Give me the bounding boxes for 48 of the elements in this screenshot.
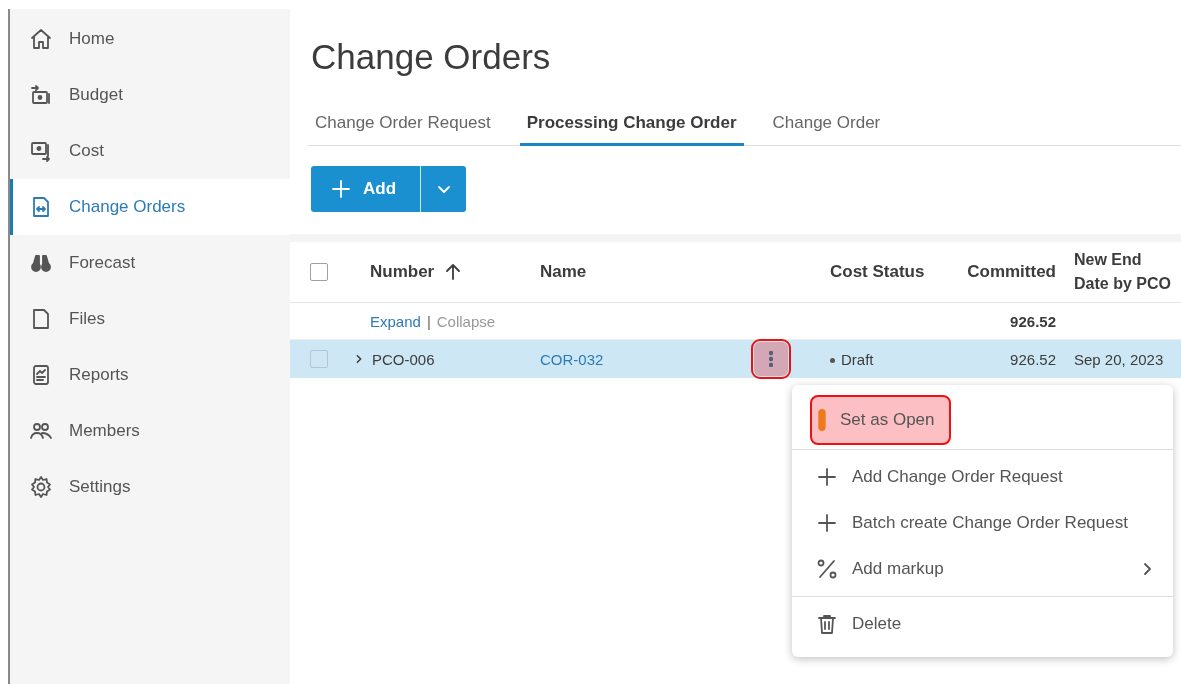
percent-icon <box>816 558 838 580</box>
link[interactable]: COR-032 <box>540 350 604 368</box>
plus-icon <box>816 512 838 534</box>
column-header[interactable]: Cost Status <box>830 262 925 281</box>
menu-item[interactable]: Add markup <box>792 546 1173 592</box>
status-label: Draft <box>830 350 874 368</box>
checkbox[interactable] <box>310 263 328 281</box>
trash-icon <box>816 613 838 635</box>
status-bar-icon <box>818 409 826 431</box>
sidebar-item[interactable]: Change Orders <box>10 179 290 235</box>
expand-link[interactable]: Expand <box>370 312 421 330</box>
separator: | <box>426 312 431 330</box>
sidebar-item[interactable]: Members <box>10 403 290 459</box>
sidebar-item[interactable]: Forecast <box>10 235 290 291</box>
menu-item[interactable]: Set as Open <box>810 395 951 445</box>
plus-icon <box>816 466 838 488</box>
sidebar-item[interactable]: Files <box>10 291 290 347</box>
sidebar-item[interactable]: Cost <box>10 123 290 179</box>
money-icon <box>29 83 53 107</box>
table-cell: 926.52 <box>1010 312 1056 330</box>
table-cell: Sep 20, 2023 <box>1074 350 1164 368</box>
plus-icon <box>331 179 351 199</box>
home-icon <box>29 27 53 51</box>
more-button[interactable] <box>754 342 788 376</box>
settings-icon <box>29 475 53 499</box>
more-icon <box>769 351 773 367</box>
tab[interactable]: Change Order Request <box>308 113 498 146</box>
menu-item[interactable]: Add Change Order Request <box>792 454 1173 500</box>
table-cell: PCO-006 <box>372 350 435 368</box>
chevron-right-icon <box>1143 562 1153 576</box>
page-title: Change Orders <box>311 37 551 77</box>
checkbox[interactable] <box>310 350 328 368</box>
sidebar-item[interactable]: Budget <box>10 67 290 123</box>
menu-item[interactable]: Delete <box>792 601 1173 647</box>
sidebar-item[interactable]: Home <box>10 11 290 67</box>
money-icon <box>29 139 53 163</box>
column-header[interactable]: Number <box>370 262 435 282</box>
table-row[interactable]: PCO-006 COR-032 Draft 926.52 Sep 20, 2023 <box>290 340 1181 378</box>
sidebar-item[interactable]: Reports <box>10 347 290 403</box>
table-cell: 926.52 <box>1010 350 1056 368</box>
tab[interactable]: Processing Change Order <box>519 113 744 146</box>
add-button[interactable]: Add <box>311 166 420 212</box>
column-header[interactable]: Name <box>540 262 587 281</box>
sidebar-item[interactable]: Settings <box>10 459 290 515</box>
menu-item[interactable]: Batch create Change Order Request <box>792 500 1173 546</box>
column-header[interactable]: New End Date by PCO <box>1074 248 1175 296</box>
column-header[interactable]: Committed <box>967 262 1056 281</box>
tab[interactable]: Change Order <box>765 113 888 146</box>
